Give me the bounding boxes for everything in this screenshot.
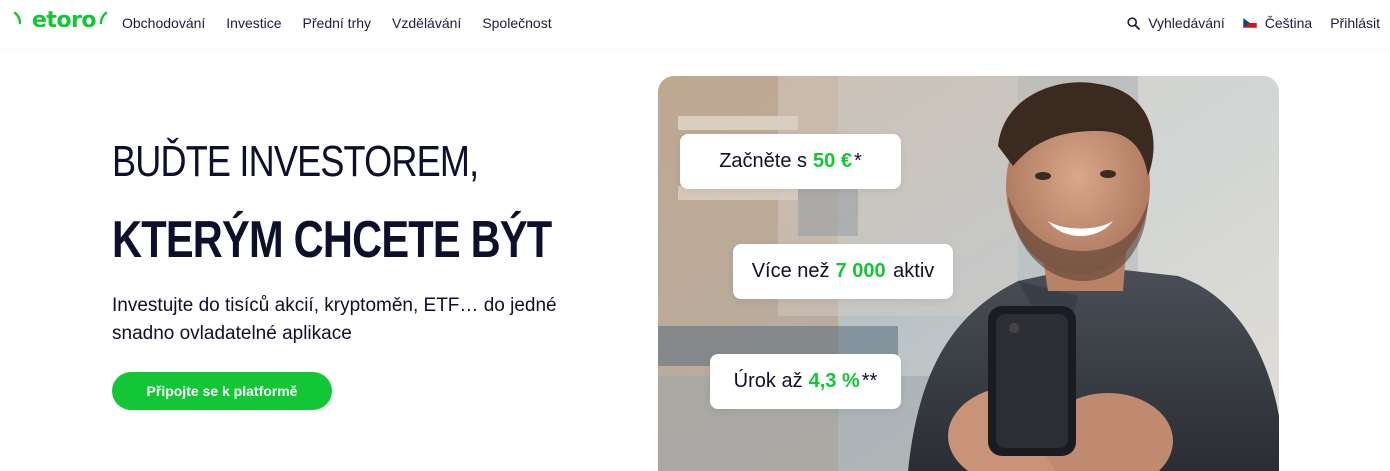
card2-suffix: aktiv <box>887 260 935 282</box>
czech-flag-icon <box>1242 18 1257 28</box>
assets-count-card: Více než 7 000 aktiv <box>733 244 953 299</box>
hero-headline: BUĎTE INVESTOREM, KTERÝM CHCETE BÝT <box>112 137 661 269</box>
card1-suffix: * <box>853 150 862 172</box>
card1-prefix: Začněte s <box>719 150 808 172</box>
headline-line-1: BUĎTE INVESTOREM, <box>112 137 479 186</box>
nav-item-education[interactable]: Vzdělávání <box>392 15 461 31</box>
search-label: Vyhledávání <box>1148 15 1225 31</box>
login-link[interactable]: Přihlásit <box>1330 15 1380 31</box>
card2-highlight: 7 000 <box>835 260 886 282</box>
card3-suffix: ** <box>861 370 878 392</box>
card2-prefix: Více než <box>751 260 830 282</box>
hero-subtitle: Investujte do tisíců akcií, kryptoměn, E… <box>112 295 557 344</box>
logo-leaf-right-icon <box>99 11 108 25</box>
utility-nav: Vyhledávání Čeština Přihlásit <box>1109 15 1380 31</box>
card3-highlight: 4,3 % <box>808 370 860 392</box>
hero-photo: Začněte s 50 € * Více než 7 000 aktiv Úr… <box>658 76 1279 471</box>
search-icon <box>1127 16 1141 30</box>
search-button[interactable]: Vyhledávání <box>1127 15 1225 31</box>
logo-text: etoro <box>32 7 97 33</box>
etoro-logo[interactable]: etoro <box>12 7 110 33</box>
card1-highlight: 50 € <box>813 150 852 172</box>
headline-line-2: KTERÝM CHCETE BÝT <box>112 211 552 269</box>
card3-prefix: Úrok až <box>733 370 803 392</box>
interest-rate-card: Úrok až 4,3 % ** <box>710 354 901 409</box>
min-deposit-card: Začněte s 50 € * <box>680 134 901 189</box>
nav-item-top-markets[interactable]: Přední trhy <box>303 15 371 31</box>
nav-item-investing[interactable]: Investice <box>226 15 281 31</box>
nav-item-trading[interactable]: Obchodování <box>122 15 205 31</box>
nav-item-company[interactable]: Společnost <box>482 15 551 31</box>
top-navigation: etoro Obchodování Investice Přední trhy … <box>0 0 1390 48</box>
language-selector[interactable]: Čeština <box>1242 15 1313 31</box>
main-nav: Obchodování Investice Přední trhy Vzdělá… <box>122 15 573 31</box>
join-platform-button[interactable]: Připojte se k platformě <box>112 372 332 410</box>
language-label: Čeština <box>1264 15 1313 31</box>
logo-leaf-icon <box>13 11 22 25</box>
